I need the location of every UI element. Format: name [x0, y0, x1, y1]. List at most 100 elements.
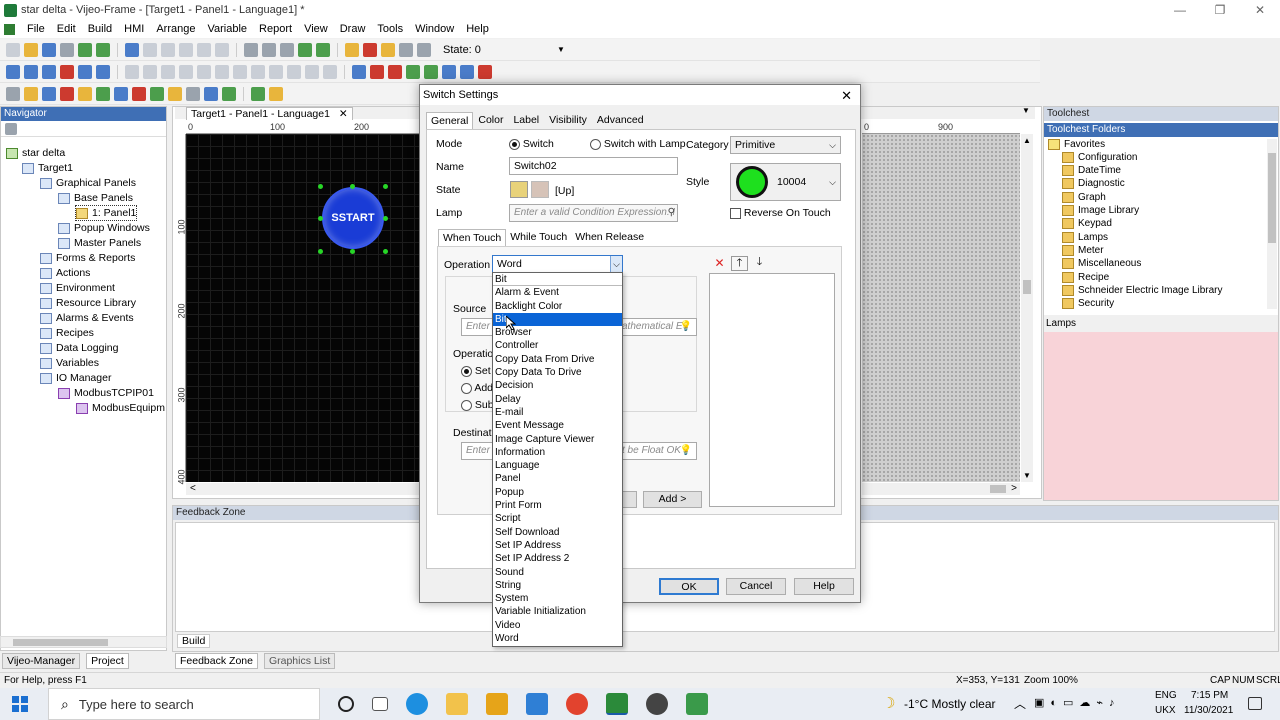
open-icon[interactable] [24, 42, 38, 57]
state-tool-icon[interactable] [345, 42, 359, 57]
menu-window[interactable]: Window [409, 23, 460, 35]
file-explorer-icon[interactable] [446, 693, 468, 715]
arc-icon[interactable] [132, 86, 146, 101]
build-icon[interactable] [78, 42, 92, 57]
cortana-icon[interactable] [338, 696, 354, 712]
dropdown-option[interactable]: Set IP Address [493, 539, 622, 552]
align-center-icon[interactable] [215, 64, 229, 79]
new-icon[interactable] [6, 42, 20, 57]
tab-while-touch[interactable]: While Touch [506, 229, 571, 246]
selection-handle[interactable] [318, 249, 323, 254]
variable-picker-icon[interactable]: ⚲ [668, 205, 675, 221]
chrome-icon[interactable] [566, 693, 588, 715]
lamp-expression-input[interactable]: Enter a valid Condition Expression. I ⚲ [509, 204, 678, 222]
app-green-icon[interactable] [686, 693, 708, 715]
cut-icon[interactable] [161, 42, 175, 57]
tree-item[interactable]: Alarms & Events [40, 311, 134, 325]
app-circle-icon[interactable] [646, 693, 668, 715]
close-window-button[interactable]: ✕ [1240, 0, 1280, 20]
task-view-icon[interactable] [372, 697, 388, 711]
dropdown-option[interactable]: Language [493, 459, 622, 472]
toolchest-folder-item[interactable]: Configuration [1062, 150, 1137, 164]
move-up-icon[interactable]: 🡑 [731, 256, 748, 271]
dropdown-option[interactable]: Self Download [493, 526, 622, 539]
tab-label[interactable]: Label [508, 112, 544, 129]
toolchest-folder-item[interactable]: Schneider Electric Image Library [1062, 283, 1223, 297]
align-top-icon[interactable] [251, 64, 265, 79]
cancel-button[interactable]: Cancel [726, 578, 786, 595]
menu-report[interactable]: Report [253, 23, 298, 35]
replace-icon[interactable] [406, 64, 420, 79]
find-icon[interactable] [388, 64, 402, 79]
download-icon[interactable] [96, 42, 110, 57]
clock-time[interactable]: 7:15 PM [1191, 690, 1228, 701]
lines-icon[interactable] [186, 86, 200, 101]
align-middle-icon[interactable] [269, 64, 283, 79]
region-indicator[interactable]: UKX [1155, 705, 1176, 716]
dropdown-option[interactable]: String [493, 579, 622, 592]
navigator-toolbar-icon[interactable] [5, 123, 17, 135]
tree-item[interactable]: Base Panels [58, 191, 133, 205]
same-height-icon[interactable] [323, 64, 337, 79]
add-action-button[interactable]: Add > [643, 491, 702, 508]
add-radio[interactable]: Add [461, 382, 493, 394]
tree-item[interactable]: Environment [40, 281, 115, 295]
dropdown-option[interactable]: Decision [493, 379, 622, 392]
state-up-icon[interactable] [510, 181, 528, 198]
forward-icon[interactable] [262, 42, 276, 57]
dropdown-option[interactable]: Event Message [493, 419, 622, 432]
tab-advanced[interactable]: Advanced [592, 112, 649, 129]
weather-text[interactable]: -1°C Mostly clear [904, 697, 995, 711]
state-dropdown-arrow[interactable]: ▼ [557, 45, 565, 54]
save-icon[interactable] [42, 42, 56, 57]
tab-visibility[interactable]: Visibility [544, 112, 592, 129]
editor-hscrollbar[interactable]: < [186, 483, 419, 495]
windows-start-icon[interactable] [12, 696, 28, 712]
selection-handle[interactable] [383, 184, 388, 189]
panel-icon[interactable] [96, 64, 110, 79]
tree-item[interactable]: 1: Panel1 [74, 205, 138, 221]
dropdown-option[interactable]: Popup [493, 486, 622, 499]
simulate-icon[interactable] [442, 64, 456, 79]
dropdown-option[interactable]: Set IP Address 2 [493, 552, 622, 565]
tab-vijeo-manager[interactable]: Vijeo-Manager [2, 653, 81, 669]
dropdown-option[interactable]: Controller [493, 339, 622, 352]
align-right-icon[interactable] [233, 64, 247, 79]
copy-icon[interactable] [179, 42, 193, 57]
tree-item[interactable]: Recipes [40, 326, 94, 340]
polygon-icon[interactable] [168, 86, 182, 101]
tab-feedback-zone[interactable]: Feedback Zone [175, 653, 258, 669]
toolchest-folder-item[interactable]: Keypad [1062, 217, 1112, 231]
lightbulb-icon[interactable]: 💡 [680, 443, 692, 459]
align-left-icon[interactable] [197, 64, 211, 79]
tab-when-release[interactable]: When Release [571, 229, 648, 246]
tree-item[interactable]: Resource Library [40, 296, 136, 310]
tree-item[interactable]: Master Panels [58, 236, 141, 250]
editor-tab[interactable]: Target1 - Panel1 - Language1 ✕ [186, 107, 353, 120]
selection-handle[interactable] [350, 184, 355, 189]
selection-handle[interactable] [318, 184, 323, 189]
record-icon[interactable] [60, 64, 74, 79]
dot-icon[interactable] [24, 86, 38, 101]
ok-button[interactable]: OK [659, 578, 719, 595]
tree-item[interactable]: Variables [40, 356, 99, 370]
vijeo-frame-icon[interactable] [606, 693, 628, 715]
selection-handle[interactable] [350, 249, 355, 254]
dropdown-option[interactable]: Copy Data From Drive [493, 353, 622, 366]
clock-date[interactable]: 11/30/2021 [1184, 705, 1233, 716]
snap-icon[interactable] [24, 64, 38, 79]
circle-icon[interactable] [114, 86, 128, 101]
back-icon[interactable] [244, 42, 258, 57]
dropdown-option[interactable]: Delay [493, 393, 622, 406]
dropdown-option[interactable]: Variable Initialization [493, 605, 622, 618]
pie-icon[interactable] [150, 86, 164, 101]
selection-handle[interactable] [318, 216, 323, 221]
move-down-icon[interactable]: 🡓 [751, 256, 768, 271]
dropdown-option[interactable]: Sound [493, 566, 622, 579]
menu-file[interactable]: File [21, 23, 51, 35]
dropdown-option[interactable]: Script [493, 512, 622, 525]
notification-icon[interactable] [1248, 697, 1262, 710]
transfer-icon[interactable] [460, 64, 474, 79]
menu-edit[interactable]: Edit [51, 23, 82, 35]
close-tab-icon[interactable]: ✕ [339, 108, 348, 120]
